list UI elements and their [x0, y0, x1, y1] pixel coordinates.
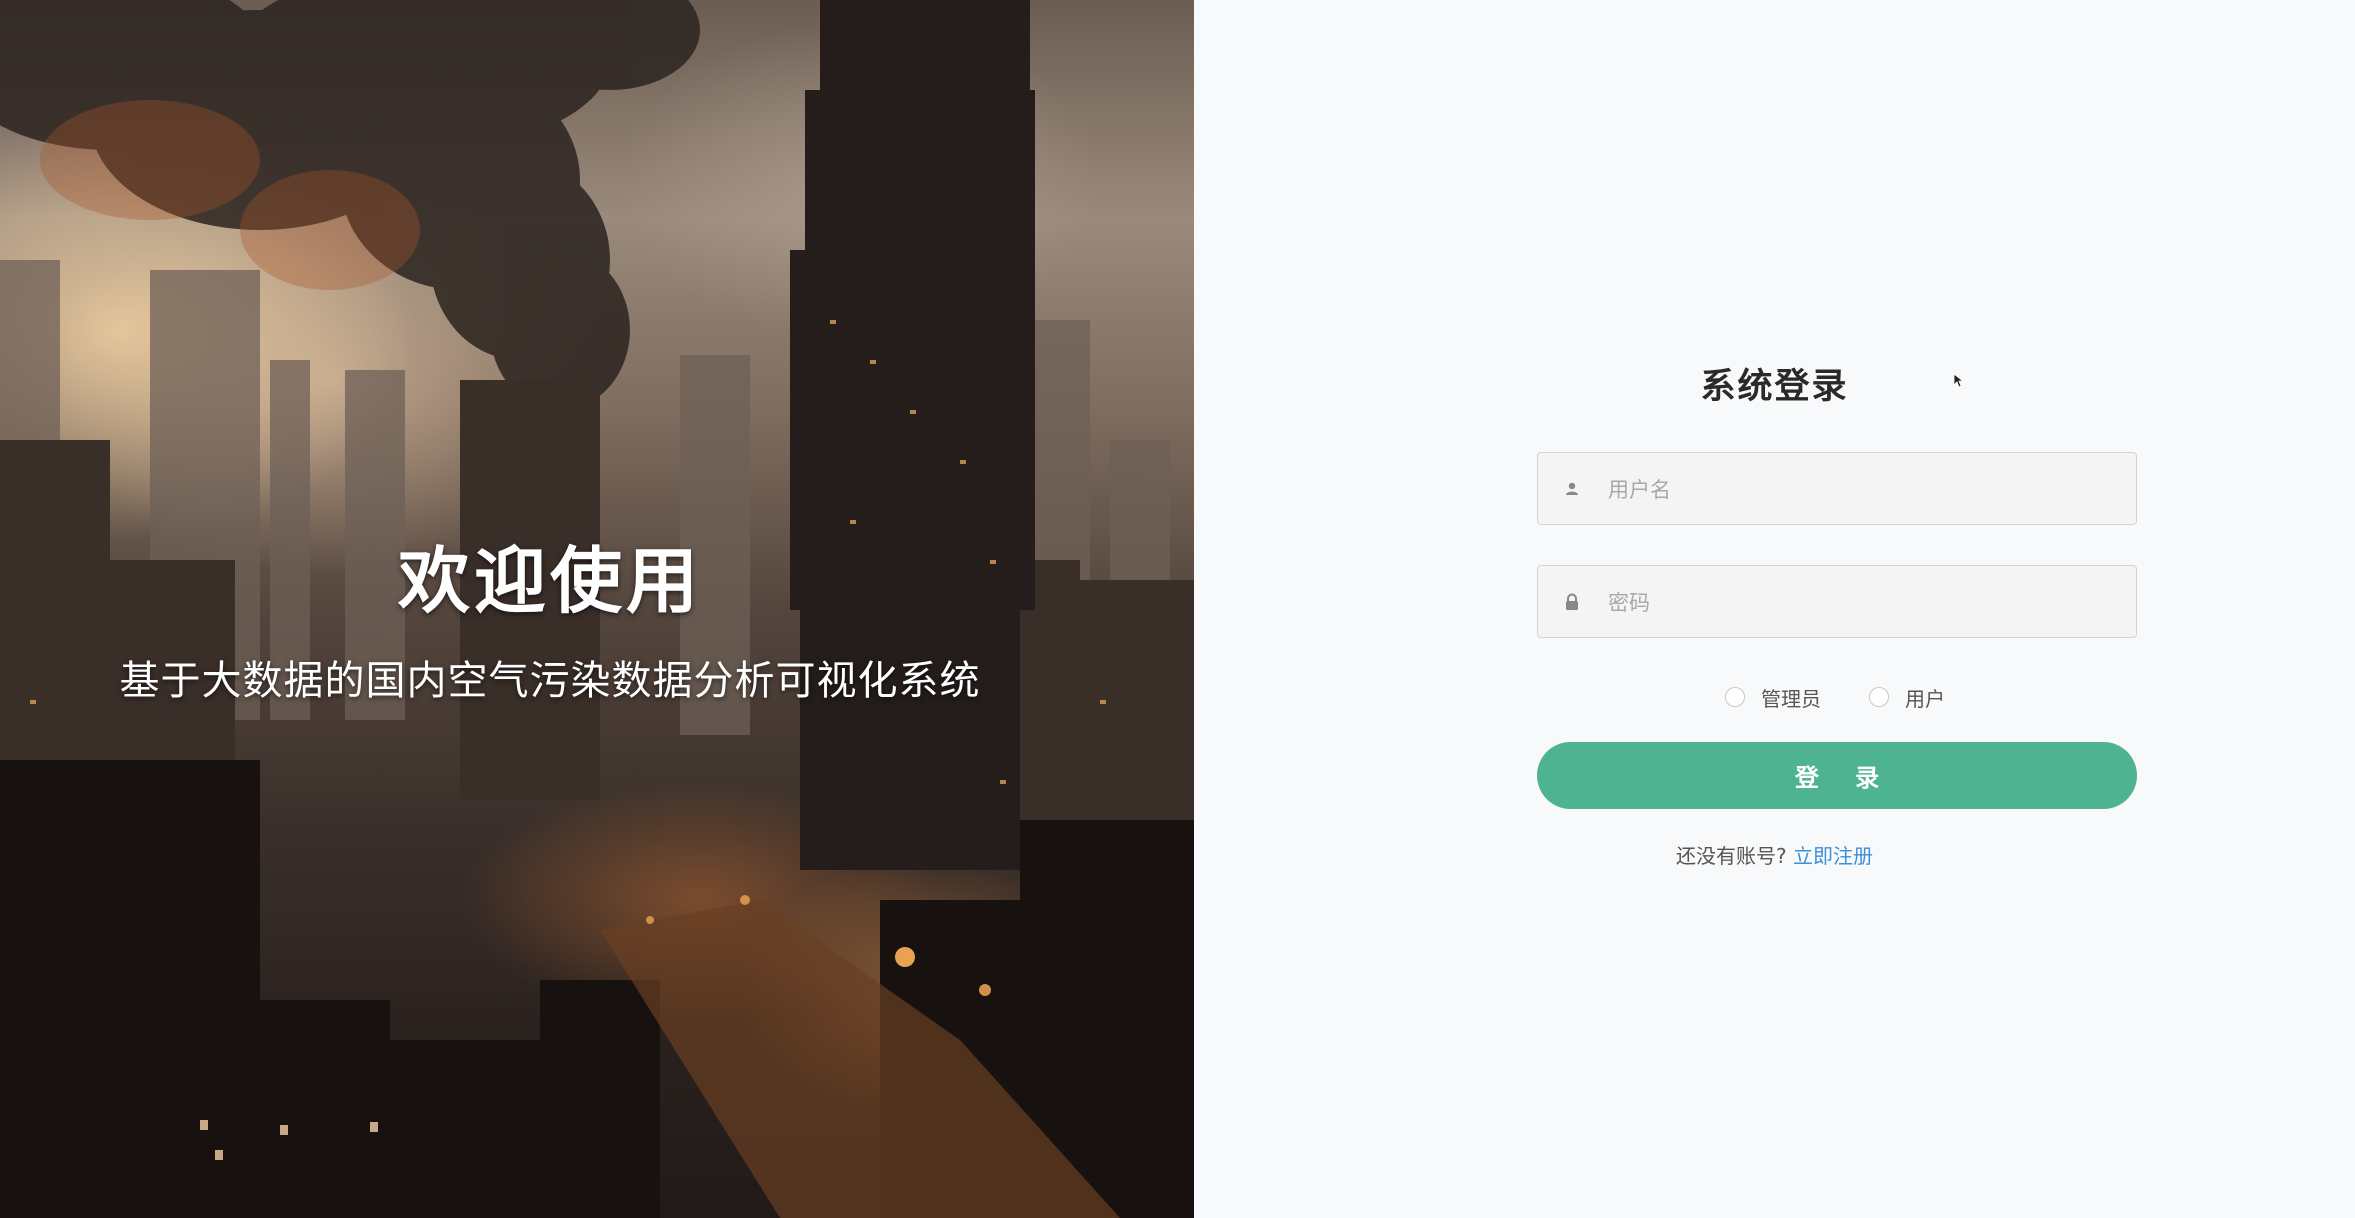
login-panel: 系统登录 管理员 用户 登 录 还没有账号? 立即注册	[1194, 0, 2355, 1218]
user-icon	[1566, 482, 1578, 495]
mouse-cursor-icon	[1953, 373, 1965, 388]
lock-icon	[1566, 593, 1578, 610]
role-user-option[interactable]: 用户	[1869, 682, 1945, 712]
register-prompt: 还没有账号?	[1676, 844, 1787, 868]
login-title: 系统登录	[1700, 367, 1849, 407]
role-admin-label: 管理员	[1761, 686, 1821, 711]
username-field[interactable]	[1537, 452, 2137, 526]
role-admin-radio[interactable]	[1725, 687, 1745, 707]
register-row: 还没有账号? 立即注册	[1194, 840, 2355, 869]
role-selector: 管理员 用户	[1194, 682, 2355, 712]
password-field[interactable]	[1537, 565, 2137, 639]
login-button[interactable]: 登 录	[1537, 742, 2137, 809]
password-input[interactable]	[1606, 566, 2120, 639]
role-user-label: 用户	[1905, 686, 1945, 711]
role-user-radio[interactable]	[1869, 687, 1889, 707]
role-admin-option[interactable]: 管理员	[1725, 682, 1821, 712]
welcome-title: 欢迎使用	[397, 539, 702, 623]
username-input[interactable]	[1606, 453, 2120, 526]
register-link[interactable]: 立即注册	[1793, 844, 1873, 868]
system-subtitle: 基于大数据的国内空气污染数据分析可视化系统	[119, 658, 981, 704]
hero-panel: 欢迎使用 基于大数据的国内空气污染数据分析可视化系统	[0, 0, 1194, 1218]
